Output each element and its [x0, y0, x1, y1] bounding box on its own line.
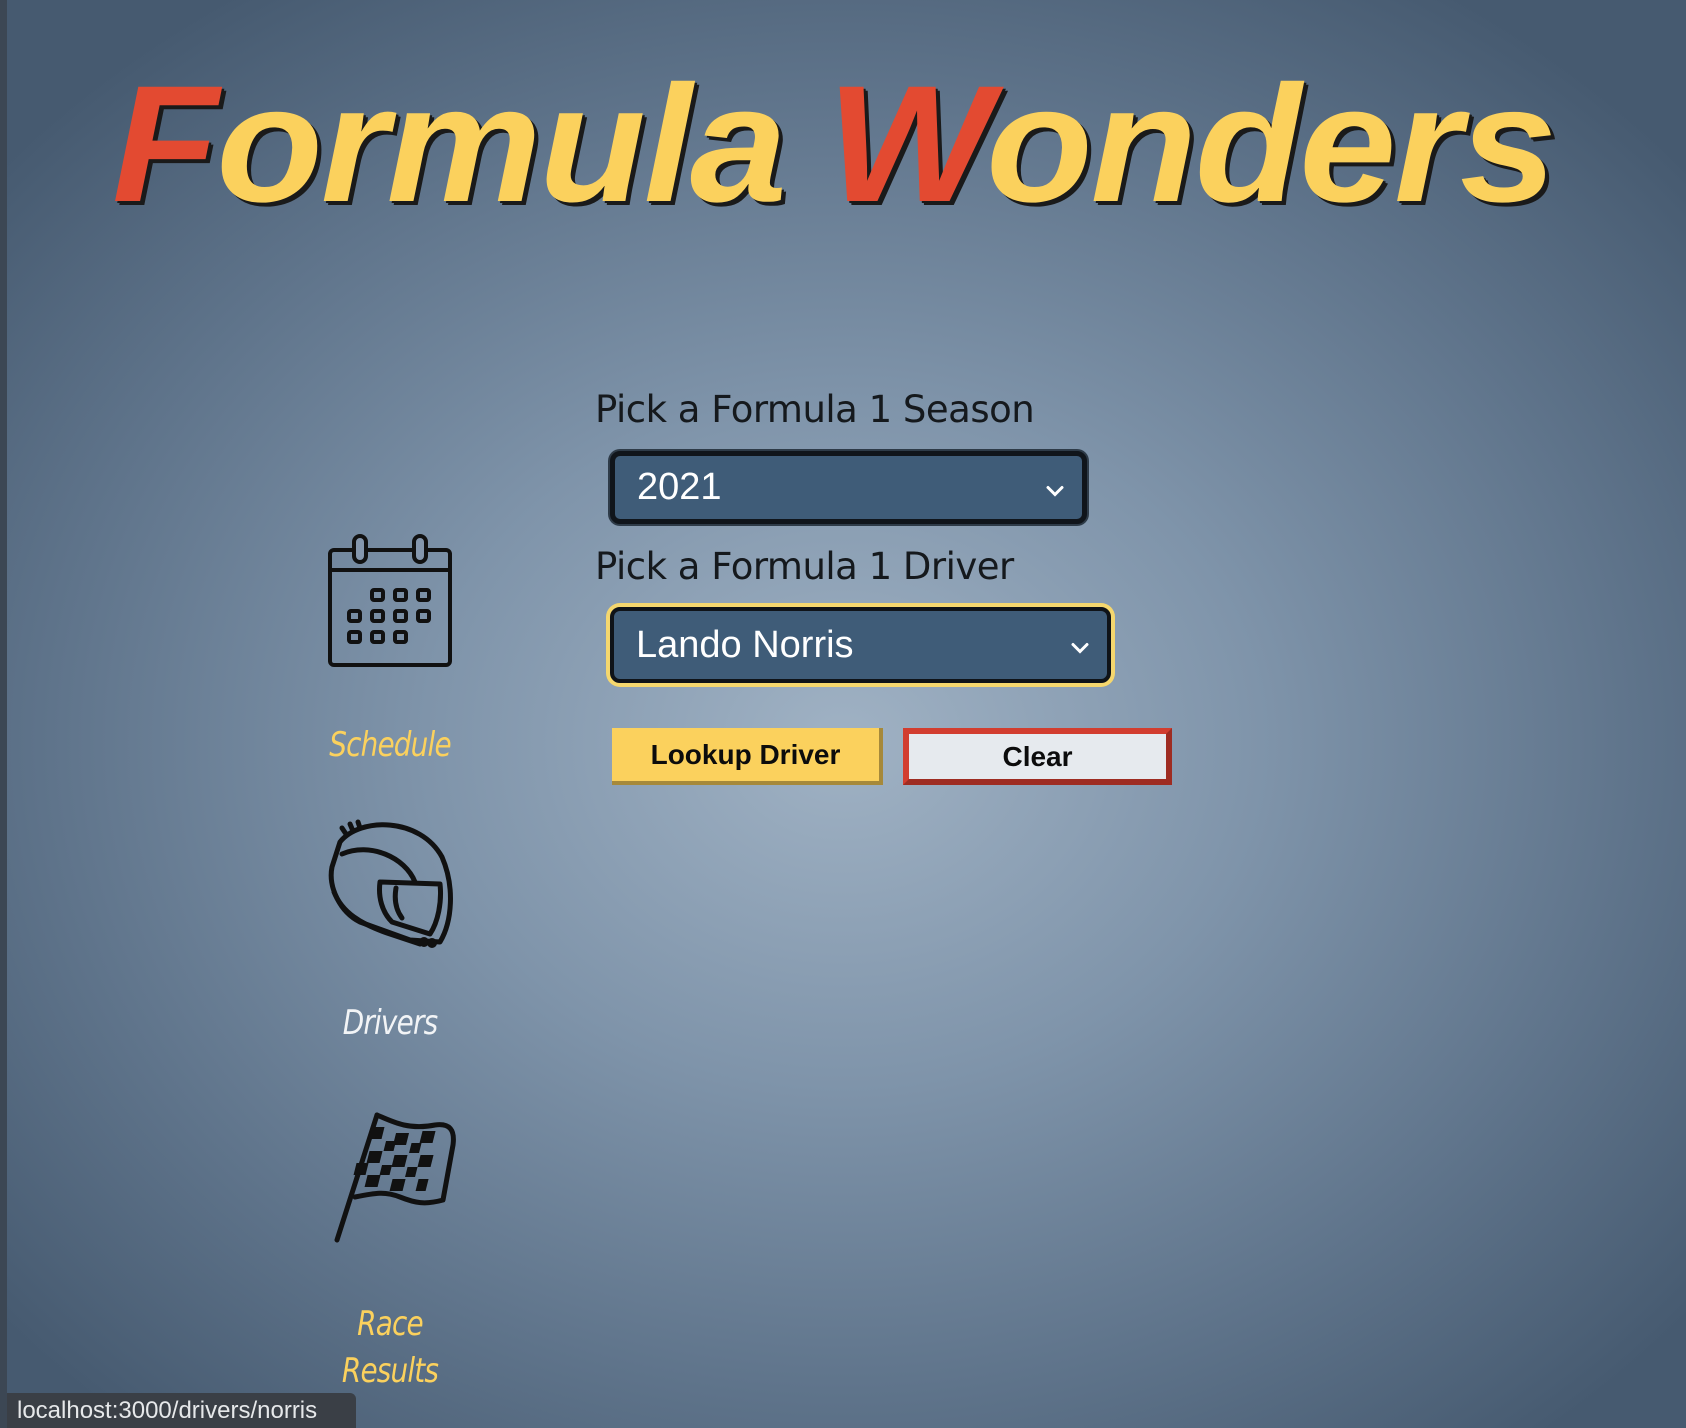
nav-label-schedule: Schedule	[329, 725, 451, 765]
nav-item-race-results[interactable]: Race Results	[300, 1105, 480, 1395]
chevron-down-icon	[1069, 624, 1091, 667]
driver-label: Pick a Formula 1 Driver	[595, 545, 1014, 588]
title-initial-w: W	[826, 52, 988, 237]
driver-select-value: Lando Norris	[636, 623, 854, 666]
clear-button[interactable]: Clear	[903, 728, 1172, 785]
helmet-icon	[300, 812, 480, 952]
app-title: Formula Wonders	[112, 52, 1557, 237]
chevron-down-icon	[1044, 466, 1066, 509]
window-edge	[0, 0, 7, 1428]
season-select[interactable]: 2021	[610, 451, 1087, 524]
nav-item-drivers[interactable]: Drivers	[300, 812, 480, 1047]
nav-label-race: Race	[357, 1304, 423, 1344]
season-label: Pick a Formula 1 Season	[595, 388, 1035, 431]
calendar-icon	[300, 530, 480, 670]
nav-item-schedule[interactable]: Schedule	[300, 530, 480, 769]
title-word-onders: onders	[986, 52, 1557, 237]
status-bar-url: localhost:3000/drivers/norris	[7, 1393, 356, 1428]
season-select-value: 2021	[637, 466, 722, 508]
title-initial-f: F	[112, 52, 218, 237]
checkered-flag-icon	[300, 1105, 480, 1245]
lookup-driver-button[interactable]: Lookup Driver	[612, 728, 883, 785]
title-word-ormula: ormula	[216, 52, 787, 237]
driver-select[interactable]: Lando Norris	[610, 607, 1111, 683]
nav-label-results: Results	[341, 1350, 439, 1391]
nav-label-drivers: Drivers	[342, 1003, 438, 1043]
